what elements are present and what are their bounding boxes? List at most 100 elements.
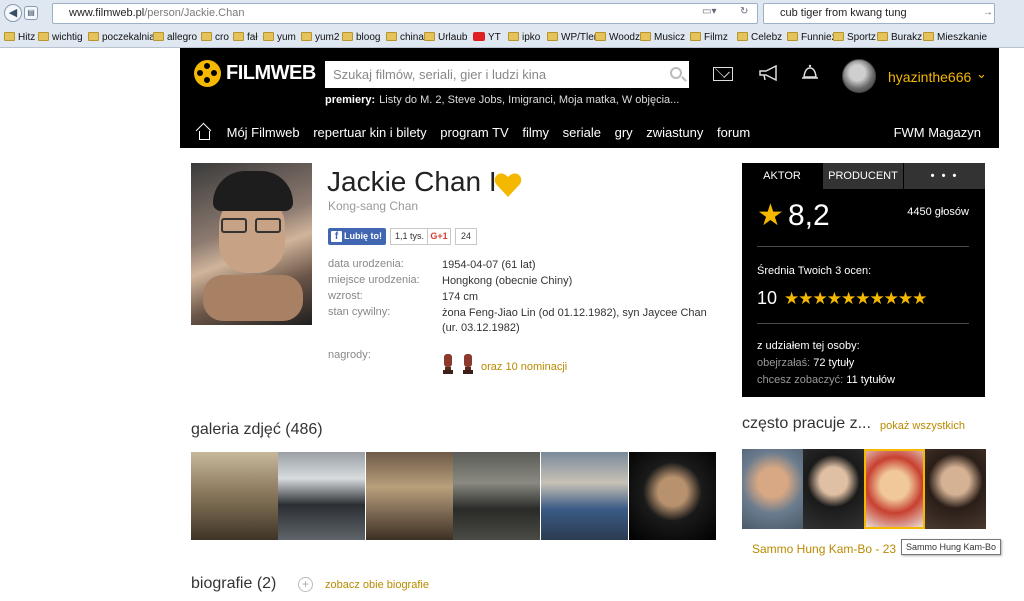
bookmark-item[interactable]: Musicz <box>640 31 685 45</box>
facebook-like-button[interactable]: f Lubię to! <box>328 228 386 245</box>
coworker-photo[interactable] <box>742 449 803 529</box>
chevron-down-icon[interactable]: ⌄ <box>976 66 987 82</box>
reload-icon[interactable]: ↻ <box>740 6 748 17</box>
home-icon[interactable] <box>196 125 211 140</box>
folder-icon <box>342 32 353 41</box>
premiery-label: premiery: <box>325 94 376 106</box>
gplus-button[interactable]: G+1 <box>427 228 451 245</box>
bookmark-item[interactable]: Mieszkanie <box>923 31 987 45</box>
premiery-list[interactable]: Listy do M. 2, Steve Jobs, Imigranci, Mo… <box>379 94 679 106</box>
height-value: 174 cm <box>442 291 479 303</box>
site-search-input[interactable]: Szukaj filmów, seriali, gier i ludzi kin… <box>325 61 689 88</box>
bookmark-item[interactable]: poczekalnia <box>88 31 155 45</box>
search-go-icon[interactable]: → <box>983 7 993 18</box>
bookmark-item[interactable]: Woodz <box>595 31 640 45</box>
coworker-photo[interactable] <box>925 449 986 529</box>
coworker-photo[interactable] <box>803 449 864 529</box>
nav-item-fwm-magazyn[interactable]: FWM Magazyn <box>894 125 981 140</box>
browser-search-input[interactable]: cub tiger from kwang tung <box>763 3 995 24</box>
nav-item-seriale[interactable]: seriale <box>563 125 601 140</box>
bookmark-label: Funniez <box>801 32 837 43</box>
plus-icon[interactable]: + <box>298 577 313 592</box>
want-stat[interactable]: chcesz zobaczyć: 11 tytułów <box>757 374 895 386</box>
bookmark-item[interactable]: Burakz <box>877 31 922 45</box>
url-path: /person/Jackie.Chan <box>144 7 245 19</box>
tab-producent[interactable]: PRODUCENT <box>823 163 903 189</box>
seen-stat[interactable]: obejrzałaś: 72 tytuły <box>757 357 854 369</box>
megaphone-icon[interactable] <box>758 65 780 81</box>
nav-item-moj-filmweb[interactable]: Mój Filmweb <box>227 125 300 140</box>
gallery-photo[interactable] <box>278 452 365 540</box>
bookmark-label: yum2 <box>315 32 340 43</box>
awards-label: nagrody: <box>328 349 371 361</box>
nominations-link[interactable]: oraz 10 nominacji <box>481 361 567 373</box>
bookmark-item[interactable]: ipko <box>508 31 540 45</box>
heart-icon[interactable] <box>494 172 522 198</box>
bookmark-item[interactable]: bloog <box>342 31 380 45</box>
folder-icon <box>737 32 748 41</box>
reader-icon[interactable]: ▭▾ <box>702 6 716 17</box>
bookmark-item[interactable]: Sportz <box>833 31 876 45</box>
tooltip: Sammo Hung Kam-Bo <box>901 539 1002 555</box>
gallery-photo[interactable] <box>191 452 278 540</box>
coworker-name[interactable]: Sammo Hung Kam-Bo - 23 <box>752 542 896 556</box>
bookmark-label: bloog <box>356 32 381 43</box>
birth-place-label: miejsce urodzenia: <box>328 274 420 286</box>
bookmark-item[interactable]: Celebz <box>737 31 782 45</box>
nav-item-filmy[interactable]: filmy <box>522 125 549 140</box>
person-name: Jackie Chan I <box>327 166 497 197</box>
bookmark-item[interactable]: Filmz <box>690 31 728 45</box>
bookmark-item[interactable]: cro <box>201 31 229 45</box>
gallery-photo[interactable] <box>366 452 453 540</box>
nav-item-zwiastuny[interactable]: zwiastuny <box>646 125 703 140</box>
avatar[interactable] <box>842 59 876 93</box>
bell-icon[interactable] <box>800 64 820 82</box>
folder-icon <box>508 32 519 41</box>
logo-text: FILMWEB <box>226 62 316 84</box>
bookmark-item[interactable]: Hitz <box>4 31 35 45</box>
film-reel-icon <box>194 60 221 87</box>
gallery-photo[interactable] <box>453 452 540 540</box>
gallery-photo[interactable] <box>629 452 716 540</box>
menu-icon[interactable]: ▤ <box>24 6 38 20</box>
url-domain: www.filmweb.pl <box>69 7 145 19</box>
bookmark-label: Musicz <box>654 32 686 43</box>
bookmark-item[interactable]: WP/Tlen <box>547 31 599 45</box>
url-bar[interactable]: www.filmweb.pl/person/Jackie.Chan <box>52 3 758 24</box>
tab-more[interactable]: • • • <box>904 163 985 189</box>
bookmark-label: china <box>400 32 424 43</box>
coworker-photo-selected[interactable] <box>864 449 925 529</box>
username[interactable]: hyazinthe666 <box>888 69 971 85</box>
bookmark-item[interactable]: Urlaub <box>424 31 467 45</box>
birth-place-value: Hongkong (obecnie Chiny) <box>442 275 573 287</box>
user-avg-value: 10 <box>757 288 778 308</box>
seen-value: 72 tytuły <box>813 357 855 369</box>
tab-aktor[interactable]: AKTOR <box>742 163 822 189</box>
rating-stars[interactable]: ★★★★★★★★★★ <box>784 289 927 309</box>
bookmark-item[interactable]: fał <box>233 31 258 45</box>
bookmark-item[interactable]: allegro <box>153 31 197 45</box>
bookmark-item[interactable]: wichtig <box>38 31 83 45</box>
bookmark-label: Urlaub <box>438 32 468 43</box>
folder-icon <box>38 32 49 41</box>
bookmark-item[interactable]: Funniez <box>787 31 837 45</box>
back-icon[interactable]: ◀ <box>4 4 22 22</box>
gallery-title[interactable]: galeria zdjęć (486) <box>191 421 323 439</box>
bookmark-item[interactable]: YT <box>473 31 501 45</box>
nav-item-gry[interactable]: gry <box>615 125 633 140</box>
nav-item-program-tv[interactable]: program TV <box>440 125 508 140</box>
nav-item-repertuar[interactable]: repertuar kin i bilety <box>313 125 426 140</box>
folder-icon <box>386 32 397 41</box>
person-photo[interactable] <box>191 163 312 325</box>
search-icon[interactable] <box>670 67 682 79</box>
bookmark-item[interactable]: china <box>386 31 424 45</box>
nav-item-forum[interactable]: forum <box>717 125 750 140</box>
site-header: FILMWEB Szukaj filmów, seriali, gier i l… <box>180 48 999 148</box>
all-biographies-link[interactable]: zobacz obie biografie <box>325 579 429 591</box>
bookmark-item[interactable]: yum <box>263 31 296 45</box>
show-all-link[interactable]: pokaż wszystkich <box>880 420 965 432</box>
bookmark-item[interactable]: yum2 <box>301 31 339 45</box>
mail-icon[interactable] <box>713 67 733 81</box>
star-icon: ★ <box>757 199 784 232</box>
gallery-photo[interactable] <box>541 452 628 540</box>
